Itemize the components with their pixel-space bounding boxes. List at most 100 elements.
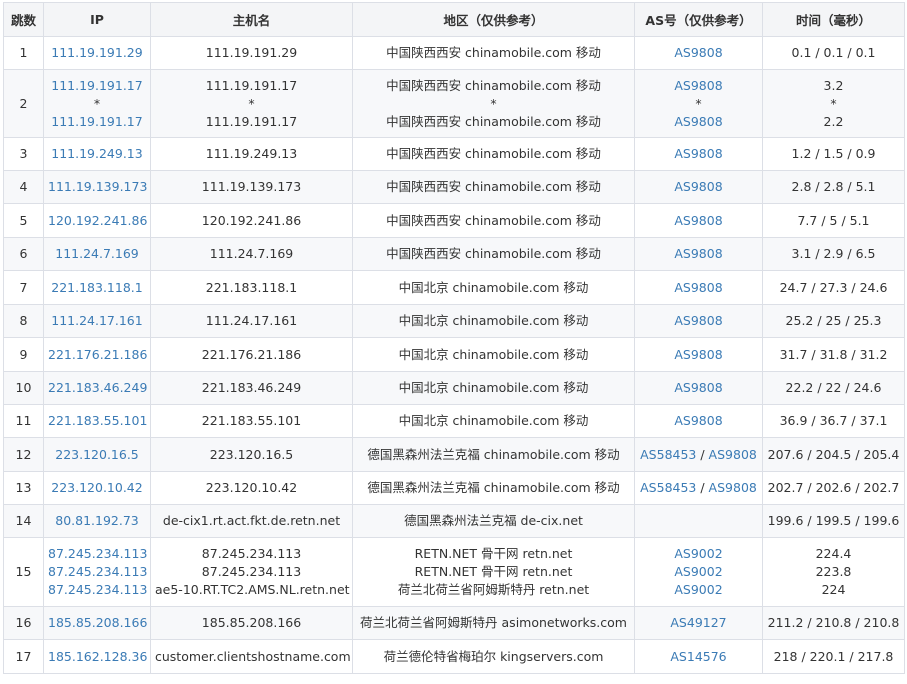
as-line: AS9002 bbox=[639, 581, 758, 599]
ip-link[interactable]: 87.245.234.113 bbox=[48, 563, 147, 581]
ip-link[interactable]: 120.192.241.86 bbox=[48, 212, 147, 230]
ip-link[interactable]: 223.120.10.42 bbox=[48, 479, 146, 497]
as-cell: AS9808 bbox=[634, 237, 763, 271]
region-text: * bbox=[490, 95, 497, 111]
as-line: AS9002 bbox=[639, 545, 758, 563]
ip-link[interactable]: 111.24.7.169 bbox=[48, 245, 146, 263]
ip-cell: 221.183.46.249 bbox=[43, 371, 151, 405]
as-link[interactable]: AS9002 bbox=[674, 582, 722, 597]
region-text: 中国北京 chinamobile.com 移动 bbox=[398, 279, 589, 295]
as-link[interactable]: AS9808 bbox=[674, 146, 722, 161]
region-text: 荷兰北荷兰省阿姆斯特丹 retn.net bbox=[397, 582, 590, 597]
as-link[interactable]: AS9808 bbox=[674, 280, 722, 295]
as-link[interactable]: AS58453 bbox=[640, 480, 696, 495]
table-row: 3 111.19.249.13 111.19.249.13 中国陕西西安 chinam… bbox=[3, 137, 905, 171]
ip-link[interactable]: 111.19.191.17 bbox=[48, 77, 146, 95]
hop-cell: 11 bbox=[3, 404, 44, 438]
hostname-text: 221.183.46.249 bbox=[201, 380, 302, 395]
as-link[interactable]: AS9002 bbox=[674, 546, 722, 561]
region-cell: 中国北京 chinamobile.com 移动 bbox=[352, 371, 635, 405]
column-header-ip: IP bbox=[43, 2, 151, 37]
ip-link[interactable]: 221.183.55.101 bbox=[48, 412, 147, 430]
ip-link[interactable]: 80.81.192.73 bbox=[48, 512, 146, 530]
region-cell: 德国黑森州法兰克福 chinamobile.com 移动 bbox=[352, 471, 635, 505]
ip-link[interactable]: 111.19.139.173 bbox=[48, 178, 147, 196]
as-line: AS9808 bbox=[639, 279, 758, 297]
time-text: 0.1 / 0.1 / 0.1 bbox=[791, 45, 876, 60]
time-cell: 224.4 223.8 224 bbox=[762, 537, 905, 607]
as-link[interactable]: AS9808 bbox=[709, 480, 757, 495]
region-cell: 中国北京 chinamobile.com 移动 bbox=[352, 304, 635, 338]
as-line: AS9808 bbox=[639, 178, 758, 196]
as-cell: AS9808 bbox=[634, 304, 763, 338]
table-body: 1 111.19.191.29 111.19.191.29 中国陕西西安 chinam… bbox=[3, 36, 905, 674]
hop-cell: 3 bbox=[3, 137, 44, 171]
region-cell: RETN.NET 骨干网 retn.net RETN.NET 骨干网 retn.n… bbox=[352, 537, 635, 607]
time-cell: 207.6 / 204.5 / 205.4 bbox=[762, 437, 905, 472]
ip-link[interactable]: 111.24.17.161 bbox=[48, 312, 146, 330]
as-link[interactable]: AS9808 bbox=[674, 114, 722, 129]
region-text: 中国陕西西安 chinamobile.com 移动 bbox=[386, 45, 601, 60]
hop-cell: 10 bbox=[3, 371, 44, 405]
region-text: 荷兰德伦特省梅珀尔 kingservers.com bbox=[383, 648, 604, 664]
as-link[interactable]: AS9808 bbox=[674, 179, 722, 194]
region-cell: 荷兰德伦特省梅珀尔 kingservers.com bbox=[352, 639, 635, 674]
as-cell: AS9808 bbox=[634, 371, 763, 405]
as-line: AS9808 bbox=[639, 212, 758, 230]
hostname-text: 111.19.139.173 bbox=[201, 179, 302, 194]
as-cell: AS9808 bbox=[634, 170, 763, 204]
hostname-cell: 221.183.118.1 bbox=[150, 270, 353, 305]
ip-link[interactable]: 221.176.21.186 bbox=[48, 346, 147, 364]
as-line: * bbox=[639, 95, 758, 113]
as-link[interactable]: AS49127 bbox=[670, 615, 726, 630]
as-link[interactable]: AS9808 bbox=[674, 78, 722, 93]
as-link[interactable]: AS9808 bbox=[674, 347, 722, 362]
hostname-text: 221.183.55.101 bbox=[201, 413, 302, 428]
as-link[interactable]: AS9808 bbox=[674, 45, 722, 60]
as-cell bbox=[634, 504, 763, 538]
region-text: 中国北京 chinamobile.com 移动 bbox=[398, 313, 589, 328]
ip-link[interactable]: 221.183.118.1 bbox=[48, 279, 146, 297]
as-link[interactable]: AS9808 bbox=[709, 447, 757, 462]
hostname-cell: de-cix1.rt.act.fkt.de.retn.net bbox=[150, 504, 353, 538]
as-link[interactable]: AS9002 bbox=[674, 564, 722, 579]
hostname-text: 111.19.249.13 bbox=[205, 146, 298, 161]
hostname-text: * bbox=[248, 95, 255, 111]
hostname-text: 111.19.191.29 bbox=[205, 45, 298, 60]
ip-link[interactable]: 87.245.234.113 bbox=[48, 545, 147, 563]
region-text: 中国陕西西安 chinamobile.com 移动 bbox=[386, 113, 601, 129]
as-link[interactable]: AS9808 bbox=[674, 313, 722, 328]
ip-link[interactable]: 185.162.128.36 bbox=[48, 648, 147, 666]
as-link[interactable]: AS9808 bbox=[674, 413, 722, 428]
ip-cell: 111.19.191.29 bbox=[43, 36, 151, 70]
hostname-text: 221.183.118.1 bbox=[205, 279, 298, 295]
hostname-cell: 111.19.191.17 * 111.19.191.17 bbox=[150, 69, 353, 138]
ip-link[interactable]: 223.120.16.5 bbox=[48, 446, 146, 464]
ip-cell: 223.120.10.42 bbox=[43, 471, 151, 505]
region-text: 荷兰北荷兰省阿姆斯特丹 asimonetworks.com bbox=[360, 615, 627, 630]
as-cell: AS9808 bbox=[634, 404, 763, 438]
ip-link[interactable]: 87.245.234.113 bbox=[48, 581, 147, 599]
ip-link[interactable]: 185.85.208.166 bbox=[48, 614, 147, 632]
as-link[interactable]: AS9808 bbox=[674, 246, 722, 261]
time-cell: 36.9 / 36.7 / 37.1 bbox=[762, 404, 905, 438]
time-cell: 3.2 * 2.2 bbox=[762, 69, 905, 138]
ip-cell: 80.81.192.73 bbox=[43, 504, 151, 538]
as-link[interactable]: AS14576 bbox=[670, 649, 726, 664]
hostname-cell: 223.120.16.5 bbox=[150, 437, 353, 472]
table-row: 17 185.162.128.36 customer.clientshostname… bbox=[3, 639, 905, 674]
ip-cell: 221.176.21.186 bbox=[43, 337, 151, 372]
ip-link[interactable]: 111.19.191.17 bbox=[48, 113, 146, 131]
time-cell: 25.2 / 25 / 25.3 bbox=[762, 304, 905, 338]
ip-cell: 120.192.241.86 bbox=[43, 203, 151, 238]
as-link[interactable]: AS9808 bbox=[674, 380, 722, 395]
as-line: AS14576 bbox=[639, 648, 758, 666]
ip-link[interactable]: 221.183.46.249 bbox=[48, 379, 147, 397]
as-separator: / bbox=[696, 446, 709, 462]
ip-link[interactable]: 111.19.249.13 bbox=[48, 145, 146, 163]
as-link[interactable]: AS58453 bbox=[640, 447, 696, 462]
as-link[interactable]: AS9808 bbox=[674, 213, 722, 228]
region-text: 德国黑森州法兰克福 de-cix.net bbox=[404, 513, 583, 528]
ip-link[interactable]: 111.19.191.29 bbox=[48, 44, 146, 62]
table-row: 15 87.245.234.113 87.245.234.113 87.245.234… bbox=[3, 537, 905, 607]
